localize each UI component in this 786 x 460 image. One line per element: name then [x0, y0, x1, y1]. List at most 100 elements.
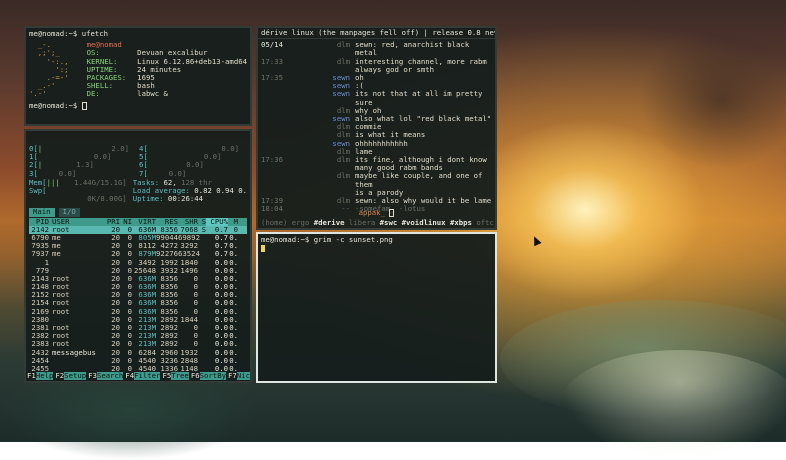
buffer-name[interactable]: #voidlinux	[402, 218, 450, 227]
message-time	[261, 172, 295, 188]
fkey-key: F2	[55, 370, 65, 380]
ufetch-command-line: me@nomad:~$ ufetch	[29, 29, 109, 38]
message-nick: dlm	[336, 171, 350, 181]
cpu-percent: 0.0]	[168, 168, 187, 178]
cpu-meter: 6[0.0]	[139, 161, 239, 169]
message-nick: dlm	[336, 40, 350, 50]
mem-value: 1.44G/15.1G]	[74, 177, 127, 187]
cpu-meters: 0[| 2.0] 1[0.0] 2[| 1.3] 3[0.0] 4[0.0] 5[0.0] 6…	[29, 144, 247, 178]
buffer-name[interactable]: #swc	[380, 218, 402, 227]
fkey-setup[interactable]: Setup	[64, 371, 87, 380]
fkey-tree[interactable]: Tree	[171, 371, 189, 380]
htop-tabs: Main I/O	[29, 208, 247, 217]
irc-client-window[interactable]: dérive linux (the manpages fell off) | r…	[256, 26, 497, 230]
irc-message: sewn its not that at all im pretty sure	[261, 89, 492, 107]
info-value: labwc &	[137, 89, 168, 99]
cpu-percent: 0.0]	[203, 152, 222, 162]
uptime-label: Uptime:	[132, 194, 168, 204]
memory-and-tasks: Mem[||| 1.44G/15.1G] Swp[0K/8.00G] Tasks:…	[29, 177, 247, 204]
message-time	[261, 115, 295, 123]
message-time: 17:33	[261, 56, 283, 66]
input-line[interactable]: appak_	[258, 207, 495, 217]
message-time	[261, 123, 295, 131]
text-cursor	[261, 244, 265, 252]
message-text: oh	[355, 73, 364, 83]
fkey-search[interactable]: Search	[96, 371, 124, 380]
message-time: 17:36	[261, 155, 283, 165]
cell-user: messagebus	[52, 347, 96, 357]
cell-user: me	[52, 249, 61, 259]
ufetch-terminal-window[interactable]: me@nomad:~$ ufetch _-. ,;';_ '-:., ':; .…	[24, 26, 252, 126]
cell-s	[198, 332, 206, 340]
info-key: DE:	[86, 89, 100, 99]
input-nick: appak_	[358, 207, 385, 217]
fkey-key: F5	[162, 370, 172, 380]
fkey-key: F6	[190, 370, 200, 380]
cell-s	[198, 340, 206, 348]
buffer-name[interactable]: ergo	[292, 218, 314, 227]
sky-cloud	[640, 30, 786, 170]
shell-cursor-line[interactable]	[261, 244, 492, 252]
message-text: its not that at all im pretty sure	[355, 89, 483, 107]
cell-s	[198, 299, 206, 307]
cpu-meter: 4[0.0]	[139, 144, 239, 153]
swp-label: Swp[	[29, 185, 47, 195]
cell-s	[198, 316, 206, 324]
function-key-bar: F1 Help F2 Setup F3 Search F4 Filter F5 Tree F6 Sor…	[27, 370, 250, 380]
irc-bottom: appak_ (home) ergo #derive libera #swc #…	[258, 207, 495, 227]
buffer-name[interactable]: #xbps	[450, 218, 476, 227]
htop-terminal-window[interactable]: 0[| 2.0] 1[0.0] 2[| 1.3] 3[0.0] 4[0.0] 5[0.0] 6…	[24, 129, 252, 383]
message-text: sewn: red, anarchist black metal	[355, 40, 470, 58]
cpu-percent: 0.0]	[186, 160, 204, 170]
message-time: 17:35	[261, 73, 283, 83]
cpu-percent: 0.0]	[58, 168, 77, 178]
fkey-sortby[interactable]: SortBy	[199, 371, 226, 380]
cpu-bar: |	[37, 144, 43, 153]
cell-s	[198, 275, 206, 283]
logo-line: '.-'	[29, 89, 47, 99]
cpu-percent: 0.0]	[93, 152, 112, 162]
message-time	[261, 140, 295, 148]
message-time	[261, 82, 295, 90]
buffer-name[interactable]: oftc	[476, 218, 495, 227]
swp-value: 0K/8.00G]	[87, 194, 127, 204]
buffer-name[interactable]: #derive	[314, 218, 349, 227]
fkey-nice[interactable]: Nice	[236, 371, 250, 380]
fkey-help[interactable]: Help	[35, 371, 54, 380]
message-time	[261, 164, 295, 172]
distro-logo: _-. ,;';_ '-:., ':; .-=-' _.-' '.-'	[29, 40, 81, 99]
cell-user	[49, 357, 102, 365]
shell-command-line: me@nomad:~$ grim -c sunset.png	[261, 235, 393, 244]
prompt-text: me@nomad:~$	[29, 100, 78, 110]
cell-s	[198, 234, 206, 242]
cpu-meters-left: 0[| 2.0] 1[0.0] 2[| 1.3] 3[0.0]	[29, 144, 129, 178]
cell-s	[198, 349, 206, 357]
shell-terminal-window[interactable]: me@nomad:~$ grim -c sunset.png	[256, 232, 497, 383]
cpu-percent: 0.0]	[221, 144, 239, 153]
buffer-name[interactable]: libera	[349, 218, 380, 227]
shell-prompt[interactable]: me@nomad:~$	[29, 100, 247, 110]
fkey-key: F7	[227, 370, 237, 380]
cpu-meters-right: 4[0.0] 5[0.0] 6[0.0] 7[0.0]	[139, 144, 239, 178]
message-text: maybe like couple, and one of them	[355, 171, 483, 189]
info-values: Devuan excalibur Linux 6.12.86+deb13-amd6…	[137, 41, 247, 98]
tab-io[interactable]: I/O	[58, 208, 80, 217]
irc-message: sewn ohhhhhhhhhhh	[261, 139, 492, 148]
cell-s	[198, 283, 206, 291]
irc-message: dlm maybe like couple, and one of them	[261, 171, 492, 189]
cpu-bar: |	[37, 160, 43, 170]
buffer-list-bar[interactable]: (home) ergo #derive libera #swc #voidlin…	[258, 218, 495, 227]
irc-message: always god or smth	[261, 65, 492, 74]
cell-s	[198, 250, 206, 258]
tab-main[interactable]: Main	[29, 208, 55, 217]
cell-s	[198, 357, 206, 365]
buffer-name[interactable]: (home)	[261, 218, 292, 227]
fkey-key: F1	[27, 370, 36, 380]
message-time: 05/14	[261, 40, 283, 50]
fkey-key: F3	[88, 370, 97, 380]
ufetch-output: _-. ,;';_ '-:., ':; .-=-' _.-' '.-' me@no…	[29, 40, 247, 99]
message-time	[261, 107, 295, 115]
fkey-filter[interactable]: Filter	[134, 371, 161, 380]
message-nick: dlm	[336, 155, 350, 165]
text-cursor	[389, 208, 395, 217]
